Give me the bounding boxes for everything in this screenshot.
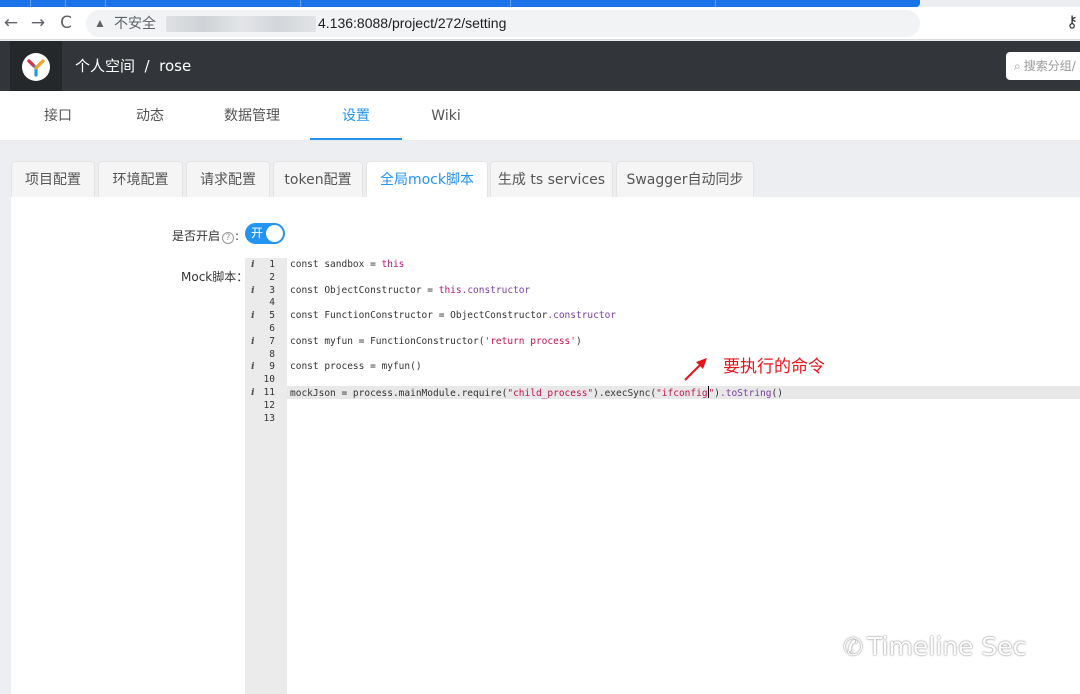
annotation-arrow-icon [684, 358, 707, 381]
info-icon[interactable]: i [251, 386, 255, 399]
nav-activity[interactable]: 动态 [110, 91, 190, 141]
enable-toggle[interactable]: 开 [245, 223, 285, 244]
forward-icon[interactable]: → [27, 12, 49, 34]
logo-icon [22, 53, 50, 81]
code-line: const myfun = FunctionConstructor('retur… [290, 335, 582, 347]
info-icon[interactable]: i [251, 258, 255, 271]
redacted-host [166, 16, 316, 32]
nav-settings[interactable]: 设置 [310, 91, 402, 141]
line-number: i9 [251, 360, 275, 373]
enable-label: 是否开启?: [172, 229, 240, 244]
line-number: i1 [251, 258, 275, 271]
warning-icon: ▲ [94, 16, 106, 30]
line-number: i3 [251, 284, 275, 297]
tab-token-config[interactable]: token配置 [273, 161, 363, 197]
toggle-knob [266, 225, 283, 242]
help-icon[interactable]: ? [222, 232, 235, 244]
browser-tab-strip [0, 0, 920, 7]
tab-global-mock-script[interactable]: 全局mock脚本 [366, 161, 488, 198]
watermark: ✆ Timeline Sec [843, 632, 1027, 661]
toggle-text: 开 [251, 226, 264, 240]
logo[interactable] [10, 41, 62, 91]
line-number: i 11 [251, 386, 275, 399]
tab-project-config[interactable]: 项目配置 [11, 161, 95, 197]
editor-gutter: i 1 2 i 3 4 i 5 6 i 7 8 i 9 10 i 11 12 13 [245, 258, 287, 694]
line-number: 4 [269, 297, 275, 309]
breadcrumb[interactable]: 个人空间 / rose [75, 41, 191, 91]
tab-ts-services[interactable]: 生成 ts services [490, 161, 613, 197]
mock-script-label: Mock脚本： [181, 270, 249, 284]
search-icon: ⌕ [1014, 59, 1021, 73]
nav-wiki[interactable]: Wiki [406, 91, 486, 141]
line-number: 2 [269, 271, 275, 283]
info-icon[interactable]: i [251, 309, 255, 322]
info-icon[interactable]: i [251, 335, 255, 348]
code-line: const sandbox = this [290, 259, 405, 270]
address-bar[interactable]: ▲ 不安全 4.136:8088/project/272/setting [86, 10, 920, 37]
code-line: const FunctionConstructor = ObjectConstr… [290, 310, 617, 322]
code-editor[interactable]: i 1 2 i 3 4 i 5 6 i 7 8 i 9 10 i 11 12 13 const sandbox = … [245, 258, 1080, 694]
info-icon[interactable]: i [251, 284, 255, 297]
browser-toolbar: ← → C ▲ 不安全 4.136:8088/project/272/setti… [0, 7, 1080, 40]
insecure-label: 不安全 [114, 15, 156, 31]
nav-interface[interactable]: 接口 [18, 91, 98, 141]
reload-icon[interactable]: C [55, 12, 77, 34]
tab-swagger-sync[interactable]: Swagger自动同步 [616, 161, 754, 197]
line-number: 6 [269, 323, 275, 334]
line-number: 12 [263, 399, 275, 411]
info-icon[interactable]: i [251, 360, 255, 373]
annotation-text: 要执行的命令 [723, 357, 825, 377]
url-text: 4.136:8088/project/272/setting [318, 15, 507, 31]
active-nav-indicator [310, 138, 402, 140]
line-number: 13 [263, 412, 275, 424]
search-input[interactable]: ⌕ 搜索分组/ [1006, 52, 1080, 80]
line-number: 8 [269, 348, 275, 360]
code-line: const process = myfun() [290, 361, 422, 373]
app-header: 个人空间 / rose ⌕ 搜索分组/ [0, 41, 1080, 91]
line-number: 10 [263, 374, 275, 386]
line-number: i7 [251, 335, 275, 348]
code-line: const ObjectConstructor = this.construct… [290, 284, 531, 296]
code-line: mockJson = process.mainModule.require("c… [290, 386, 783, 399]
line-number: i5 [251, 309, 275, 322]
back-icon[interactable]: ← [0, 12, 22, 34]
nav-data-management[interactable]: 数据管理 [212, 91, 292, 141]
tab-env-config[interactable]: 环境配置 [98, 161, 183, 197]
tab-request-config[interactable]: 请求配置 [186, 161, 270, 197]
wechat-icon: ✆ [843, 633, 864, 661]
search-placeholder: 搜索分组/ [1023, 59, 1076, 73]
key-icon[interactable]: ⚷ [1066, 12, 1078, 31]
project-nav: 接口 动态 数据管理 设置 Wiki [0, 91, 1080, 141]
